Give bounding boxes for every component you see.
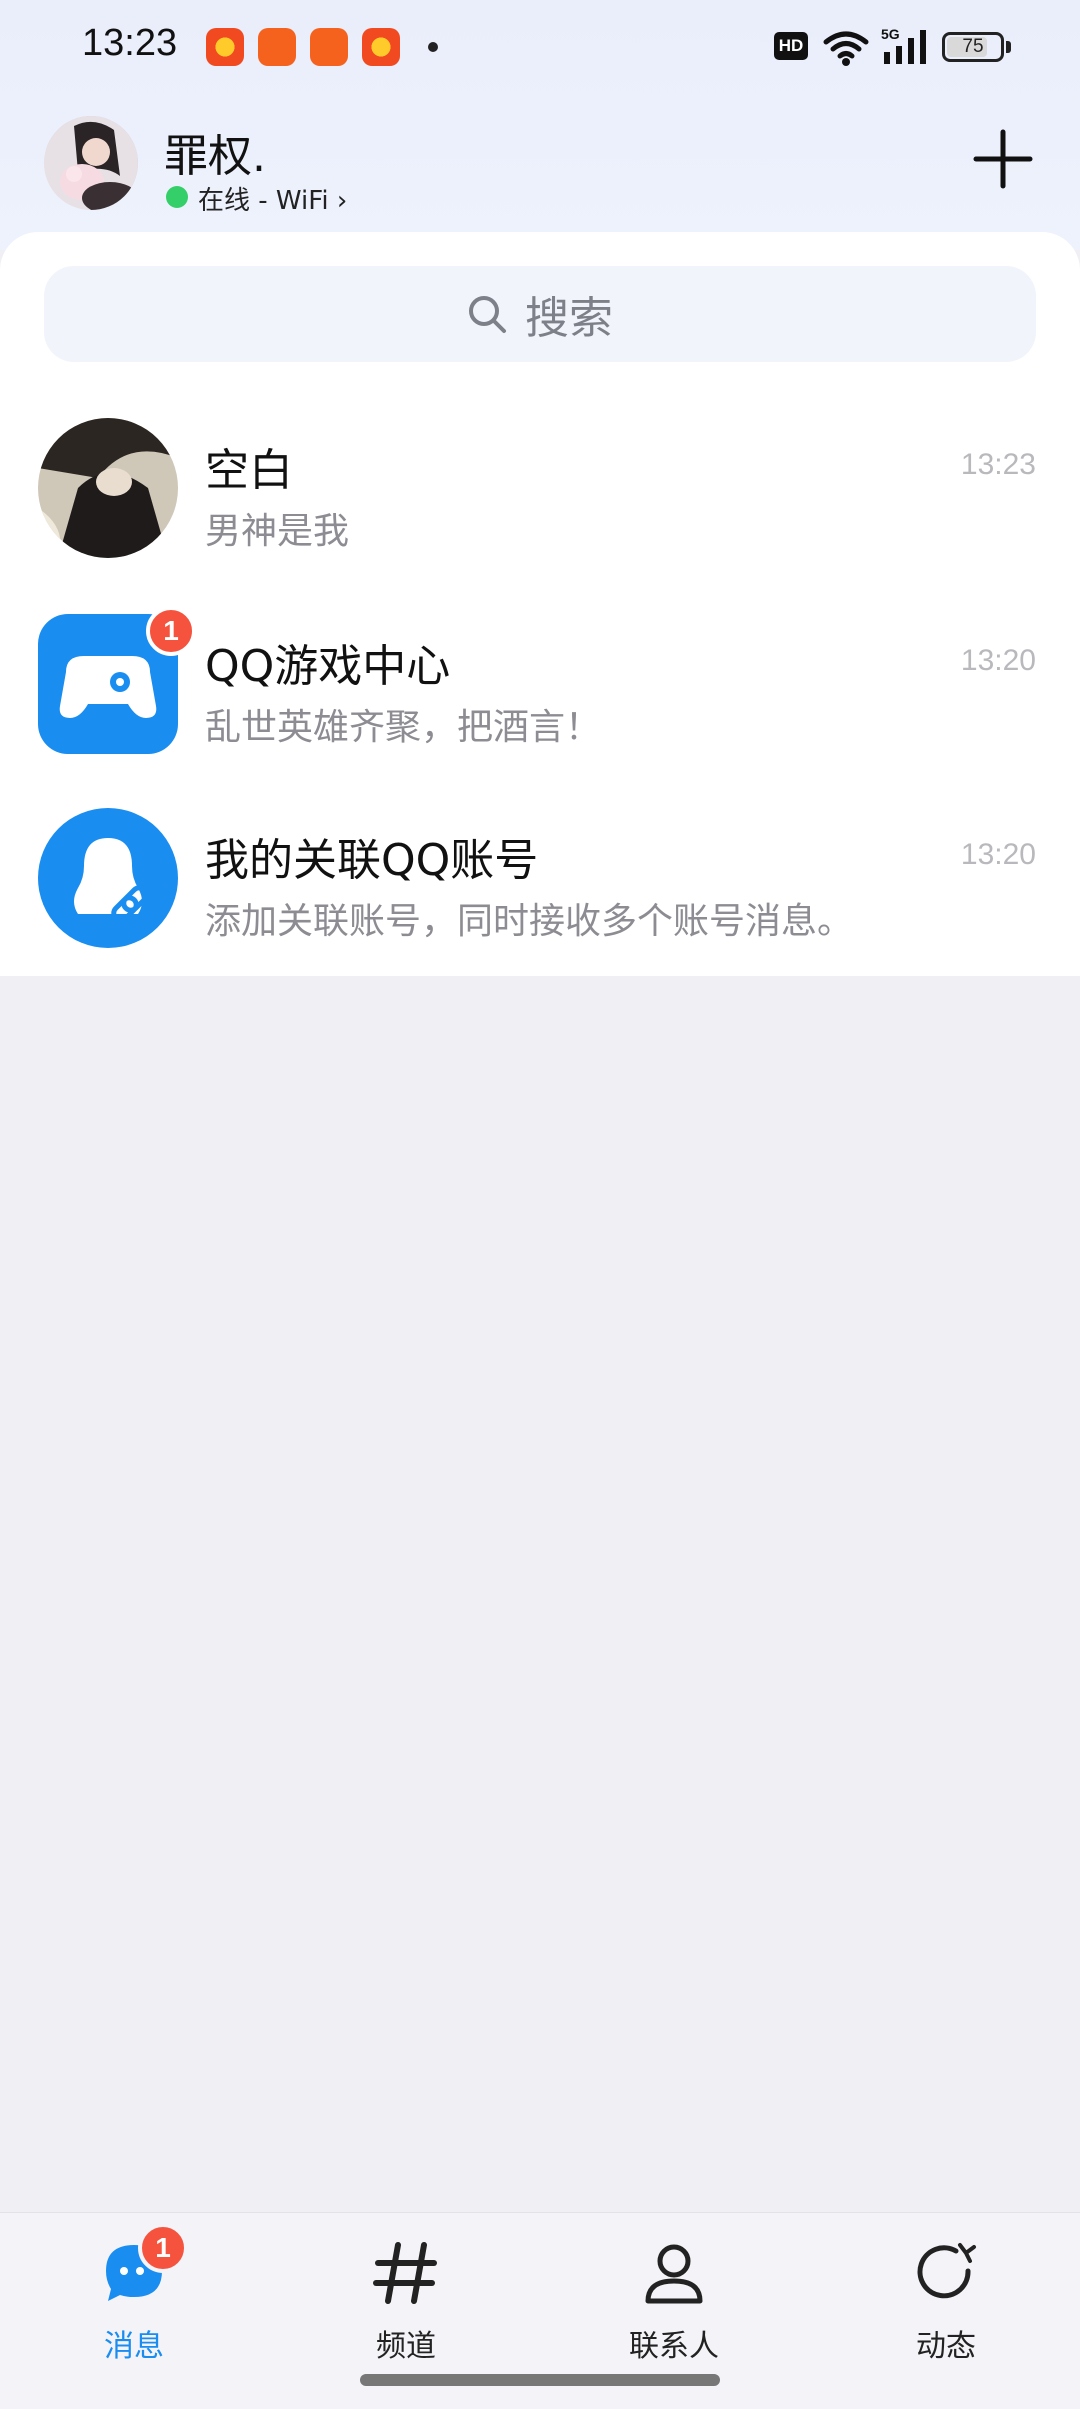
status-bar: 13:23 HD 5G 75 bbox=[0, 0, 1080, 96]
chat-name: 我的关联QQ账号 bbox=[205, 835, 539, 886]
app-notification-icon bbox=[362, 28, 400, 66]
avatar-image bbox=[44, 116, 138, 210]
chat-preview: 添加关联账号，同时接收多个账号消息。 bbox=[205, 901, 854, 942]
kuaishou-notification-icon bbox=[258, 28, 296, 66]
chat-time: 13:20 bbox=[960, 838, 1036, 871]
moments-icon bbox=[917, 2243, 976, 2299]
profile-name[interactable]: 罪权. bbox=[164, 120, 266, 184]
battery-cap bbox=[1006, 41, 1011, 53]
chat-time: 13:23 bbox=[960, 448, 1036, 481]
contacts-icon bbox=[645, 2244, 703, 2304]
signal-icon: 5G bbox=[881, 26, 926, 64]
hashtag-icon bbox=[373, 2242, 437, 2304]
hd-badge: HD bbox=[774, 32, 808, 60]
search-icon bbox=[469, 296, 506, 333]
nav-label: 动态 bbox=[916, 2329, 976, 2364]
chat-preview: 乱世英雄齐聚，把酒言！ bbox=[205, 707, 602, 748]
profile-avatar[interactable] bbox=[44, 116, 138, 210]
online-status-dot bbox=[166, 186, 188, 208]
more-notifications-dot bbox=[428, 42, 438, 52]
nav-tab-moments[interactable]: 动态 bbox=[846, 2213, 1046, 2364]
chat-item-linked-qq-account[interactable]: 我的关联QQ账号 添加关联账号，同时接收多个账号消息。 13:20 bbox=[0, 808, 1080, 998]
chat-item-kongbai[interactable]: 空白 男神是我 13:23 bbox=[0, 418, 1080, 608]
add-button[interactable] bbox=[972, 128, 1034, 190]
app-notification-icon bbox=[206, 28, 244, 66]
online-status-text[interactable]: 在线 - WiFi › bbox=[198, 180, 347, 217]
chat-preview: 男神是我 bbox=[205, 511, 350, 552]
chat-item-qq-game-center[interactable]: 1 QQ游戏中心 乱世英雄齐聚，把酒言！ 13:20 bbox=[0, 606, 1080, 804]
battery-icon: 75 bbox=[942, 32, 1004, 62]
nav-unread-badge: 1 bbox=[138, 2223, 188, 2273]
chat-avatar bbox=[38, 418, 178, 558]
nav-label: 消息 bbox=[104, 2329, 164, 2364]
unread-badge: 1 bbox=[146, 606, 196, 656]
battery-level: 75 bbox=[962, 36, 984, 57]
message-list-panel: 搜索 空白 男神是我 13:23 1 QQ游戏中心 乱世英雄齐聚，把酒言！ 13… bbox=[0, 232, 1080, 976]
chat-time: 13:20 bbox=[960, 644, 1036, 677]
linked-account-icon bbox=[38, 808, 178, 948]
search-placeholder: 搜索 bbox=[525, 293, 613, 344]
nav-label: 联系人 bbox=[629, 2329, 719, 2364]
wifi-icon bbox=[823, 31, 869, 66]
chat-name: 空白 bbox=[205, 445, 293, 496]
chat-name: QQ游戏中心 bbox=[205, 641, 451, 692]
nav-label: 频道 bbox=[376, 2329, 436, 2364]
kuaishou-notification-icon bbox=[310, 28, 348, 66]
status-time: 13:23 bbox=[82, 22, 178, 64]
search-bar[interactable]: 搜索 bbox=[44, 266, 1036, 362]
nav-tab-contacts[interactable]: 联系人 bbox=[574, 2213, 774, 2364]
home-indicator[interactable] bbox=[360, 2374, 720, 2386]
nav-tab-channels[interactable]: 频道 bbox=[306, 2213, 506, 2364]
signal-label: 5G bbox=[881, 26, 900, 42]
nav-tab-messages[interactable]: 1 消息 bbox=[34, 2213, 234, 2364]
